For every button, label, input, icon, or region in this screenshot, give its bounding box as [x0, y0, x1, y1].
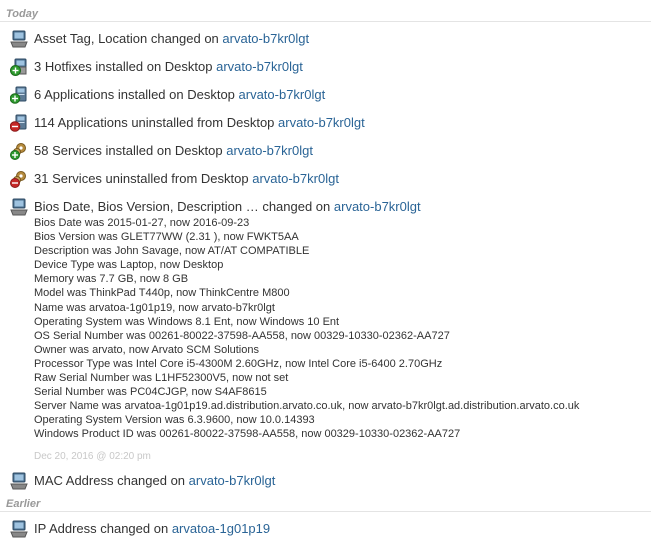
detail-line: Raw Serial Number was L1HF52300V5, now n… — [34, 372, 289, 385]
event-row: 3 Hotfixes installed on Desktop arvato-b… — [0, 54, 651, 82]
event-row: 31 Services uninstalled from Desktop arv… — [0, 166, 651, 194]
detail-line: Memory was 7.7 GB, now 8 GB — [34, 273, 189, 286]
device-link[interactable]: arvatoa-1g01p19 — [172, 521, 270, 536]
event-timestamp: Dec 20, 2016 @ 02:20 pm — [34, 450, 151, 462]
device-link[interactable]: arvato-b7kr0lgt — [216, 59, 303, 74]
device-link[interactable]: arvato-b7kr0lgt — [252, 171, 339, 186]
detail-line: Bios Version was GLET77WW (2.31 ), now F… — [34, 231, 299, 244]
detail-line: Owner was arvato, now Arvato SCM Solutio… — [34, 343, 259, 356]
event-text: 58 Services installed on Desktop — [34, 143, 227, 158]
event-text: Asset Tag, Location changed on — [34, 31, 223, 46]
event-row: 114 Applications uninstalled from Deskto… — [0, 110, 651, 138]
detail-line: Windows Product ID was 00261-80022-37598… — [34, 428, 461, 441]
event-row: 6 Applications installed on Desktop arva… — [0, 82, 651, 110]
app-uninstall-icon — [10, 114, 27, 132]
event-text: MAC Address changed on — [34, 472, 189, 488]
computer-icon — [10, 198, 28, 216]
computer-icon — [10, 472, 28, 489]
event-row: IP Address changed on arvatoa-1g01p19 — [0, 516, 651, 544]
app-install-icon — [10, 86, 27, 104]
hotfix-install-icon — [10, 58, 27, 76]
service-install-icon — [10, 143, 26, 160]
detail-line: Device Type was Laptop, now Desktop — [34, 259, 224, 272]
device-link[interactable]: arvato-b7kr0lgt — [226, 143, 313, 158]
event-text: Bios Date, Bios Version, Description … c… — [34, 199, 334, 214]
detail-line: Operating System Version was 6.3.9600, n… — [34, 414, 315, 427]
detail-line: Name was arvatoa-1g01p19, now arvato-b7k… — [34, 301, 275, 314]
event-text: 31 Services uninstalled from Desktop — [34, 171, 253, 186]
detail-line: Processor Type was Intel Core i5-4300M 2… — [34, 357, 443, 370]
event-row: MAC Address changed on arvato-b7kr0lgt — [0, 468, 651, 496]
detail-line: Description was John Savage, now AT/AT C… — [34, 245, 310, 258]
event-text: IP Address changed on — [34, 520, 172, 536]
computer-icon — [10, 30, 28, 48]
detail-line: Model was ThinkPad T440p, now ThinkCentr… — [34, 287, 290, 300]
device-link[interactable]: arvato-b7kr0lgt — [239, 87, 326, 102]
device-link[interactable]: arvato-b7kr0lgt — [189, 473, 276, 488]
event-text: 3 Hotfixes installed on Desktop — [34, 59, 217, 74]
section-header-today: Today — [0, 0, 651, 22]
change-details: Bios Date was 2015-01-27, now 2016-09-23… — [0, 216, 651, 466]
detail-line: Serial Number was PC04CJGP, now S4AF8615 — [34, 386, 267, 399]
detail-line: Operating System was Windows 8.1 Ent, no… — [34, 315, 340, 328]
detail-line: Bios Date was 2015-01-27, now 2016-09-23 — [34, 217, 250, 229]
device-link[interactable]: arvato-b7kr0lgt — [278, 115, 365, 130]
event-row: 58 Services installed on Desktop arvato-… — [0, 138, 651, 166]
service-uninstall-icon — [10, 171, 26, 188]
device-link[interactable]: arvato-b7kr0lgt — [334, 199, 421, 214]
event-text: 114 Applications uninstalled from Deskto… — [34, 115, 279, 130]
section-header-earlier: Earlier — [0, 496, 651, 512]
detail-line: Server Name was arvatoa-1g01p19.ad.distr… — [34, 400, 580, 413]
event-row: Asset Tag, Location changed on arvato-b7… — [0, 26, 651, 54]
device-link[interactable]: arvato-b7kr0lgt — [222, 31, 309, 46]
detail-line: OS Serial Number was 00261-80022-37598-A… — [34, 329, 450, 342]
event-text: 6 Applications installed on Desktop — [34, 87, 239, 102]
computer-icon — [10, 520, 28, 537]
